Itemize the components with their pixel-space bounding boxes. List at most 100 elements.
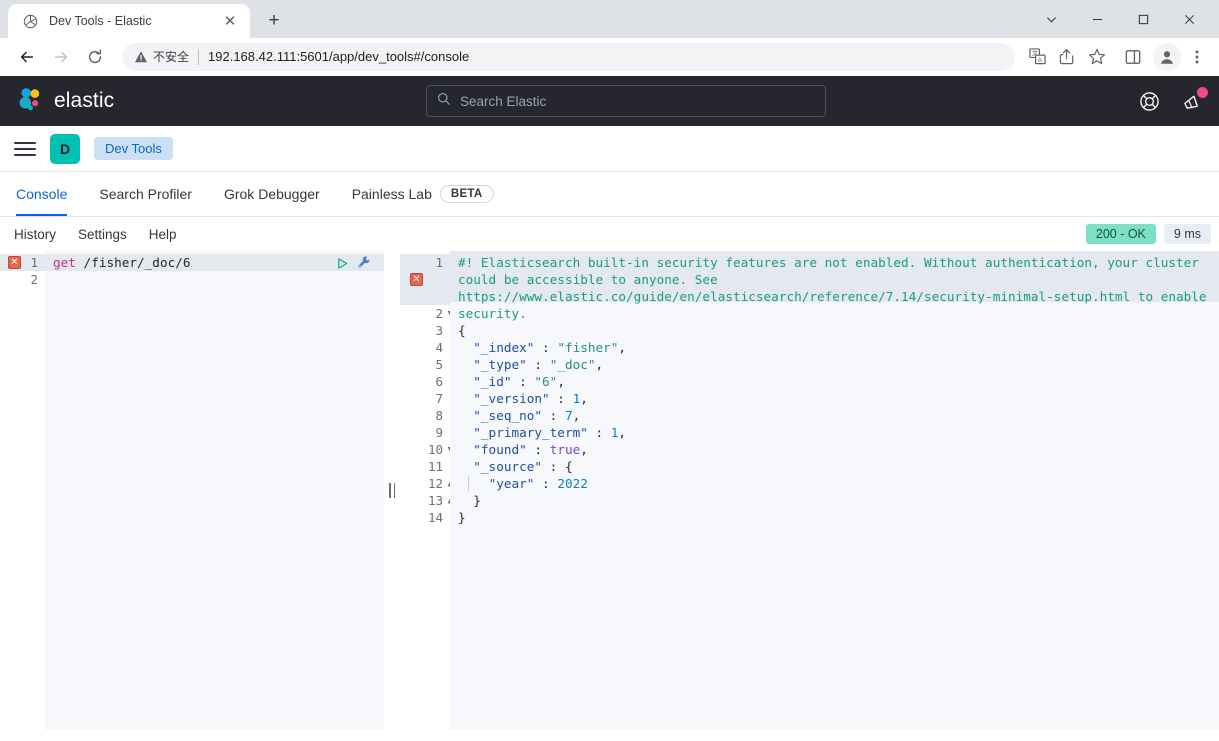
maximize-icon[interactable] — [1121, 4, 1165, 34]
json-key: "_id" — [473, 374, 512, 389]
response-code-line: "_source" : { — [473, 459, 573, 474]
response-line-number: 13 — [400, 492, 450, 509]
help-lifebuoy-icon[interactable] — [1139, 91, 1160, 112]
json-key: "_source" — [473, 459, 543, 474]
response-viewer-pane[interactable]: 1 ✕ 2 3 4 5 6 7 8 9 10 11 12 — [400, 251, 1219, 730]
chrome-menu-icon[interactable] — [1183, 43, 1211, 71]
error-marker-icon[interactable]: ✕ — [410, 273, 423, 286]
bookmark-star-icon[interactable] — [1083, 43, 1111, 71]
json-value: 2022 — [557, 476, 588, 491]
response-code-area[interactable]: #! Elasticsearch built-in security featu… — [450, 251, 1219, 730]
response-code-line: "_primary_term" : 1, — [473, 425, 627, 440]
json-key: "found" — [473, 442, 527, 457]
forward-arrow-icon[interactable] — [46, 42, 76, 72]
history-button[interactable]: History — [14, 227, 56, 242]
response-line-number: 12 — [400, 475, 450, 492]
profile-avatar-icon[interactable] — [1153, 42, 1181, 71]
search-placeholder: Search Elastic — [460, 93, 547, 109]
json-key: "_index" — [473, 340, 535, 355]
request-path: /fisher/_doc/6 — [75, 255, 191, 270]
play-triangle-icon[interactable] — [336, 255, 349, 274]
beta-badge: BETA — [439, 185, 494, 203]
header-right-actions — [1139, 86, 1208, 112]
json-value: 7 — [564, 408, 573, 423]
request-actions — [336, 255, 372, 274]
response-status: 200 - OK 9 ms — [1085, 224, 1211, 244]
browser-toolbar: 不安全 192.168.42.111:5601/app/dev_tools#/c… — [0, 38, 1219, 76]
response-code-line: "_id" : "6", — [473, 374, 565, 389]
reload-icon[interactable] — [80, 42, 110, 72]
breadcrumb-current[interactable]: Dev Tools — [94, 137, 173, 160]
back-arrow-icon[interactable] — [12, 42, 42, 72]
pane-splitter[interactable] — [384, 251, 400, 730]
response-line-number: 7 — [435, 391, 443, 406]
dev-tools-tabs: Console Search Profiler Grok Debugger Pa… — [0, 172, 1219, 217]
response-line-number: 4 — [435, 340, 443, 355]
omnibox-divider — [198, 48, 200, 65]
error-marker-icon[interactable]: ✕ — [8, 256, 21, 269]
minimize-icon[interactable] — [1075, 4, 1119, 34]
elastic-brand[interactable]: elastic — [16, 85, 114, 118]
news-announcement-icon[interactable] — [1182, 86, 1208, 112]
response-code-line: } — [450, 509, 1219, 526]
json-value: "_doc" — [549, 357, 596, 372]
json-value: true — [549, 442, 581, 457]
help-button[interactable]: Help — [149, 227, 177, 242]
security-status[interactable]: 不安全 — [134, 48, 189, 65]
response-error-row: ✕ — [400, 271, 450, 288]
tab-painless-lab[interactable]: Painless Lab BETA — [336, 172, 510, 216]
response-code-line: "found" : true, — [473, 442, 588, 457]
news-badge — [1197, 86, 1208, 98]
splitter-grip-icon — [389, 483, 395, 498]
json-value: "6" — [534, 374, 558, 389]
chevron-down-icon[interactable] — [1029, 4, 1073, 34]
response-line-number: 9 — [435, 425, 443, 440]
response-code-line: "_type" : "_doc", — [473, 357, 604, 372]
tab-console[interactable]: Console — [16, 172, 83, 216]
share-icon[interactable] — [1053, 43, 1081, 71]
request-line-number: ✕ 1 — [0, 254, 45, 271]
request-line-number: 2 — [0, 271, 45, 288]
json-key: "_seq_no" — [473, 408, 543, 423]
line-number-text: 1 — [435, 255, 443, 270]
settings-button[interactable]: Settings — [78, 227, 127, 242]
request-gutter: ✕ 1 2 — [0, 251, 45, 730]
request-editor-pane[interactable]: ✕ 1 2 get /fisher/_doc/6 — [0, 251, 384, 730]
tab-grok-debugger-label: Grok Debugger — [223, 186, 320, 202]
brand-name: elastic — [54, 89, 115, 112]
response-line-number: 3 — [435, 323, 443, 338]
response-line-number: 6 — [435, 374, 443, 389]
translate-icon[interactable]: 文 A — [1023, 43, 1051, 71]
request-code-area[interactable]: get /fisher/_doc/6 — [45, 251, 384, 730]
json-key: "_version" — [473, 391, 550, 406]
plus-icon[interactable]: + — [260, 7, 288, 35]
response-line-number: 11 — [427, 459, 443, 474]
address-bar[interactable]: 不安全 192.168.42.111:5601/app/dev_tools#/c… — [122, 42, 1015, 71]
wrench-icon[interactable] — [357, 255, 372, 274]
browser-tab[interactable]: Dev Tools - Elastic ✕ — [8, 4, 250, 38]
response-line-number: 5 — [435, 357, 443, 372]
json-value: { — [564, 459, 573, 474]
json-key: "_primary_term" — [473, 425, 588, 440]
line-number-text: 2 — [435, 306, 443, 321]
response-code-line: "year" : 2022 — [450, 475, 1219, 492]
json-value: 1 — [572, 391, 581, 406]
tab-grok-debugger[interactable]: Grok Debugger — [208, 172, 336, 216]
close-icon[interactable]: ✕ — [220, 11, 240, 31]
response-code-line — [450, 526, 1219, 543]
line-number-text: 2 — [30, 272, 38, 287]
response-line-number: 10 — [400, 441, 450, 458]
response-line-number: 1 — [400, 254, 450, 271]
window-close-icon[interactable] — [1167, 4, 1211, 34]
status-badge: 200 - OK — [1085, 224, 1156, 244]
search-input[interactable]: Search Elastic — [426, 85, 826, 117]
tab-search-profiler[interactable]: Search Profiler — [83, 172, 208, 216]
console-toolbar: History Settings Help 200 - OK 9 ms — [0, 217, 1219, 251]
space-avatar[interactable]: D — [50, 133, 80, 164]
json-value: "fisher" — [557, 340, 619, 355]
address-bar-url: 192.168.42.111:5601/app/dev_tools#/conso… — [208, 49, 470, 64]
hamburger-menu-icon[interactable] — [14, 138, 36, 160]
request-code-line: get /fisher/_doc/6 — [45, 254, 384, 271]
json-brace: { — [458, 323, 466, 338]
side-panel-icon[interactable] — [1119, 43, 1147, 71]
